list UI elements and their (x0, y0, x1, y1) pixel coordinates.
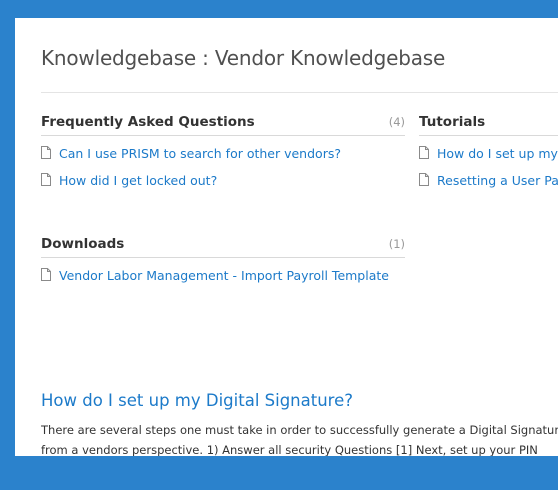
downloads-header: Downloads (1) (41, 236, 405, 258)
document-icon (419, 146, 429, 159)
downloads-title: Downloads (41, 236, 125, 252)
page-title: Knowledgebase : Vendor Knowledgebase (41, 46, 446, 70)
download-item-1[interactable]: Vendor Labor Management - Import Payroll… (41, 267, 405, 285)
faq-item-link[interactable]: Can I use PRISM to search for other vend… (59, 145, 341, 163)
tutorial-item-link[interactable]: How do I set up my Digital Signature? (437, 145, 558, 163)
title-divider (41, 92, 558, 93)
document-icon (41, 268, 51, 281)
tutorial-item-link[interactable]: Resetting a User Password (437, 172, 558, 190)
faq-title: Frequently Asked Questions (41, 114, 255, 130)
faq-item-2[interactable]: How did I get locked out? (41, 172, 405, 190)
tutorials-title: Tutorials (419, 114, 486, 130)
tutorial-item-2[interactable]: Resetting a User Password (419, 172, 558, 190)
faq-section: Frequently Asked Questions (4) Can I use… (41, 114, 405, 190)
downloads-section: Downloads (1) Vendor Labor Management - … (41, 236, 405, 285)
document-icon (41, 146, 51, 159)
faq-count: (4) (388, 115, 405, 129)
article-excerpt-line-2: from a vendors perspective. 1) Answer al… (41, 443, 538, 456)
faq-item-link[interactable]: How did I get locked out? (59, 172, 217, 190)
tutorials-section: Tutorials How do I set up my Digital Sig… (419, 114, 558, 190)
tutorials-header: Tutorials (419, 114, 558, 136)
knowledgebase-panel: Knowledgebase : Vendor Knowledgebase Fre… (15, 18, 558, 456)
download-item-link[interactable]: Vendor Labor Management - Import Payroll… (59, 267, 389, 285)
article-excerpt-line-1: There are several steps one must take in… (41, 423, 558, 437)
faq-item-1[interactable]: Can I use PRISM to search for other vend… (41, 145, 405, 163)
tutorial-item-1[interactable]: How do I set up my Digital Signature? (419, 145, 558, 163)
faq-header: Frequently Asked Questions (4) (41, 114, 405, 136)
article-title-link[interactable]: How do I set up my Digital Signature? (41, 391, 353, 410)
document-icon (419, 173, 429, 186)
downloads-count: (1) (388, 237, 405, 251)
document-icon (41, 173, 51, 186)
article-excerpt: There are several steps one must take in… (41, 420, 558, 456)
